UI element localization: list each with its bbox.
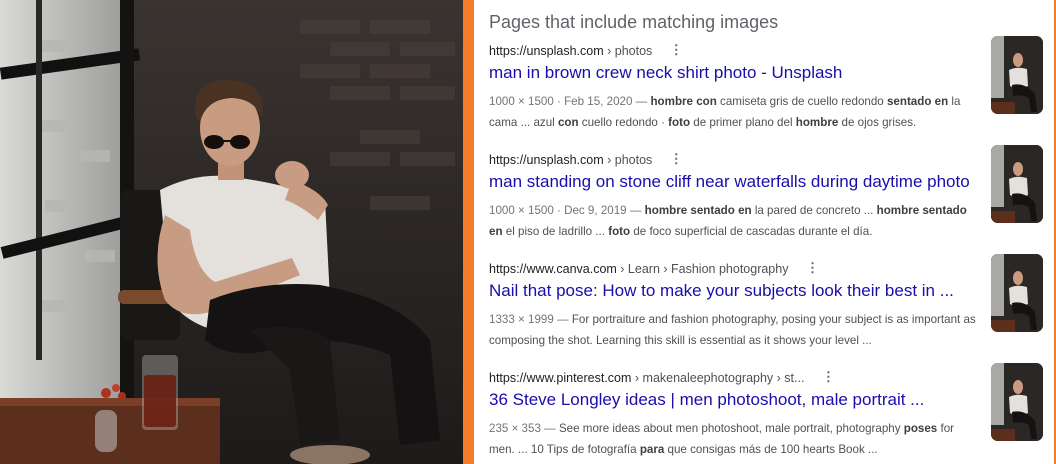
result-title-link[interactable]: 36 Steve Longley ideas | men photoshoot,… [489, 390, 924, 410]
result-title-link[interactable]: man standing on stone cliff near waterfa… [489, 172, 970, 192]
result-site[interactable]: https://www.canva.com [489, 262, 617, 276]
result-site-row: https://unsplash.com › photos ⋮ [489, 152, 683, 171]
result-site[interactable]: https://www.pinterest.com [489, 371, 631, 385]
result-title-link[interactable]: Nail that pose: How to make your subject… [489, 281, 954, 301]
snippet-text: de foco superficial de cascadas durante … [630, 225, 873, 238]
screenshot-frame: Pages that include matching images https… [0, 0, 1056, 464]
snippet-text: la pared de concreto ... [751, 204, 877, 217]
snippet-bold: hombre sentado en [644, 204, 752, 217]
snippet-text: camiseta gris de cuello redondo [716, 95, 887, 108]
result-site[interactable]: https://unsplash.com [489, 153, 604, 167]
result-thumbnail[interactable] [991, 145, 1043, 223]
result-item: https://unsplash.com › photos ⋮ man stan… [489, 145, 1049, 253]
result-snippet: 1000 × 1500 · Feb 15, 2020 — hombre con … [489, 91, 981, 133]
result-thumbnail[interactable] [991, 36, 1043, 114]
snippet-bold: hombre con [650, 95, 717, 108]
result-thumbnail[interactable] [991, 363, 1043, 441]
thumbnail-photo [991, 36, 1043, 114]
snippet-bold: poses [903, 422, 938, 435]
result-meta: 235 × 353 — [489, 422, 559, 435]
result-path: › photos [603, 44, 653, 58]
result-item: https://unsplash.com › photos ⋮ man in b… [489, 36, 1049, 144]
snippet-text: el piso de ladrillo ... [502, 225, 609, 238]
result-site-row: https://www.canva.com › Learn › Fashion … [489, 261, 819, 280]
snippet-bold: para [639, 443, 665, 456]
result-site[interactable]: https://unsplash.com [489, 44, 604, 58]
result-meta: 1000 × 1500 · Feb 15, 2020 — [489, 95, 651, 108]
snippet-text: que consigas más de 100 hearts Book ... [664, 443, 878, 456]
matching-pages-panel: Pages that include matching images https… [474, 0, 1054, 464]
more-options-icon[interactable]: ⋮ [670, 152, 683, 165]
result-title-link[interactable]: man in brown crew neck shirt photo - Uns… [489, 63, 842, 83]
snippet-bold: foto [608, 225, 631, 238]
snippet-bold: hombre [795, 116, 839, 129]
result-site-row: https://unsplash.com › photos ⋮ [489, 43, 683, 62]
more-options-icon[interactable]: ⋮ [670, 43, 683, 56]
more-options-icon[interactable]: ⋮ [822, 370, 835, 383]
snippet-text: cuello redondo · [578, 116, 669, 129]
snippet-text: See more ideas about men photoshoot, mal… [558, 422, 904, 435]
more-options-icon[interactable]: ⋮ [806, 261, 819, 274]
result-meta: 1333 × 1999 — [489, 313, 572, 326]
snippet-bold: con [557, 116, 579, 129]
thumbnail-photo [991, 145, 1043, 223]
result-item: https://www.canva.com › Learn › Fashion … [489, 254, 1049, 362]
result-path: › photos [603, 153, 653, 167]
thumbnail-photo [991, 254, 1043, 332]
snippet-text: de primer plano del [690, 116, 796, 129]
query-photo [0, 0, 463, 464]
result-snippet: 1333 × 1999 — For portraiture and fashio… [489, 309, 981, 351]
snippet-bold: foto [668, 116, 691, 129]
result-thumbnail[interactable] [991, 254, 1043, 332]
result-meta: 1000 × 1500 · Dec 9, 2019 — [489, 204, 645, 217]
result-item: https://www.pinterest.com › makenaleepho… [489, 363, 1049, 464]
result-snippet: 1000 × 1500 · Dec 9, 2019 — hombre senta… [489, 200, 981, 242]
section-title: Pages that include matching images [489, 12, 779, 32]
result-path: › Learn › Fashion photography [616, 262, 789, 276]
snippet-text: de ojos grises. [838, 116, 917, 129]
result-snippet: 235 × 353 — See more ideas about men pho… [489, 418, 981, 460]
man-portrait-illustration [0, 0, 463, 464]
snippet-bold: sentado en [886, 95, 949, 108]
thumbnail-photo [991, 363, 1043, 441]
result-site-row: https://www.pinterest.com › makenaleepho… [489, 370, 835, 389]
result-path: › makenaleephotography › st... [631, 371, 805, 385]
